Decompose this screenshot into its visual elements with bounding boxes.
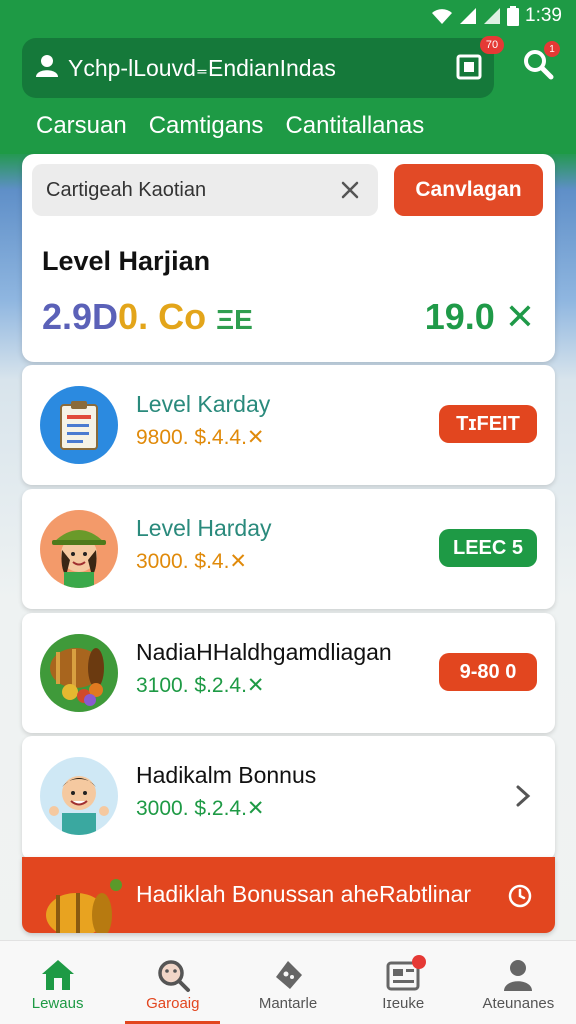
nav-news[interactable]: Iɪeuke: [346, 941, 461, 1024]
stat-part-3: ΞE: [216, 304, 253, 335]
nav-search[interactable]: Garoaig: [115, 941, 230, 1024]
nav-profile-label: Ateunanes: [482, 995, 555, 1012]
search-icon: [155, 955, 191, 995]
bonus-banner-text: Hadiklah Bonussan aheRabtlinar: [136, 881, 471, 907]
list-item-subtitle: 3000. $.4.✕: [136, 550, 248, 573]
level-stat-right: 19.0 ✕: [424, 296, 535, 337]
profile-icon: [502, 955, 534, 995]
nav-game-label: Mantarle: [258, 995, 318, 1012]
nav-news-badge: [411, 955, 426, 969]
stat-part-2: 0. Co: [118, 296, 207, 337]
nav-home[interactable]: Lewaus: [0, 941, 115, 1024]
wifi-icon: [431, 7, 453, 25]
list-item-title: NadiaHHaldhgamdliagan: [136, 639, 392, 665]
clock-icon: [507, 883, 533, 909]
bonus-banner[interactable]: Hadiklah Bonussan aheRabtlinar: [22, 857, 555, 933]
bottom-navigation: Lewaus Garoaig Mantarle Iɪeuke Ateunanes: [0, 940, 576, 1024]
nav-search-label: Garoaig: [146, 995, 200, 1012]
list-item-action-button[interactable]: LEEC 5: [439, 529, 537, 567]
user-icon: [34, 52, 60, 84]
category-tabs: Carsuan Camtigans Cantitallanas: [36, 112, 424, 140]
level-summary-card: Cartigeah Kaotian Canvlagan Level Harjia…: [22, 154, 555, 362]
clipboard-icon: [40, 386, 118, 464]
list-item[interactable]: Level Harday 3000. $.4.✕ LEEC 5: [22, 489, 555, 609]
chevron-right-icon[interactable]: [511, 782, 535, 810]
level-title: Level Harjian: [42, 246, 211, 276]
signal-2-icon: [483, 7, 501, 25]
notification-badge: 70: [480, 36, 504, 54]
list-item[interactable]: NadiaHHaldhgamdliagan 3100. $.2.4.✕ 9-80…: [22, 613, 555, 733]
list-item[interactable]: Hadikalm Bonnus 3000. $.2.4.✕: [22, 736, 555, 860]
tab-cantitallanas[interactable]: Cantitallanas: [285, 112, 424, 140]
campaign-button[interactable]: Canvlagan: [394, 164, 543, 216]
list-item-title: Hadikalm Bonnus: [136, 762, 317, 788]
header-search-text: Ychp-lLouvd₌EndianIndas: [68, 54, 336, 81]
barrel-fruit-icon: [40, 634, 118, 712]
campaign-input-value: Cartigeah Kaotian: [46, 178, 207, 201]
list-item-title: Level Harday: [136, 515, 272, 541]
list-item-title: Level Karday: [136, 391, 271, 417]
stat-part-1: 2.9D: [42, 296, 119, 337]
scan-button[interactable]: [452, 52, 486, 82]
farmer-girl-avatar: [40, 510, 118, 588]
list-item[interactable]: Level Karday 9800. $.4.4.✕ TɪFEIT: [22, 365, 555, 485]
list-item-subtitle: 9800. $.4.4.✕: [136, 426, 265, 449]
search-badge: 1: [544, 41, 560, 57]
status-time: 1:39: [525, 5, 562, 26]
status-bar: 1:39: [0, 0, 576, 32]
list-item-subtitle: 3100. $.2.4.✕: [136, 674, 265, 697]
list-item-action-button[interactable]: TɪFEIT: [439, 405, 537, 443]
list-item-action-button[interactable]: 9-80 0: [439, 653, 537, 691]
level-stat-left: 2.9D0. Co ΞE: [42, 296, 253, 338]
nav-profile[interactable]: Ateunanes: [461, 941, 576, 1024]
campaign-input[interactable]: Cartigeah Kaotian: [32, 164, 378, 216]
list-item-subtitle: 3000. $.2.4.✕: [136, 797, 265, 820]
app-header: Ychp-lLouvd₌EndianIndas 70 1 Carsuan Cam…: [0, 32, 576, 154]
nav-news-label: Iɪeuke: [382, 995, 425, 1012]
farmer-boy-avatar: [40, 757, 118, 835]
barrel-icon: [42, 875, 124, 933]
nav-home-label: Lewaus: [31, 995, 84, 1012]
header-search-bar[interactable]: Ychp-lLouvd₌EndianIndas: [22, 38, 494, 98]
clear-icon[interactable]: [336, 176, 364, 204]
signal-icon: [459, 7, 477, 25]
home-icon: [40, 955, 76, 995]
game-icon: [270, 955, 306, 995]
nav-game[interactable]: Mantarle: [230, 941, 345, 1024]
tab-carsuan[interactable]: Carsuan: [36, 112, 127, 140]
battery-icon: [507, 6, 520, 26]
tab-camtigans[interactable]: Camtigans: [149, 112, 264, 140]
